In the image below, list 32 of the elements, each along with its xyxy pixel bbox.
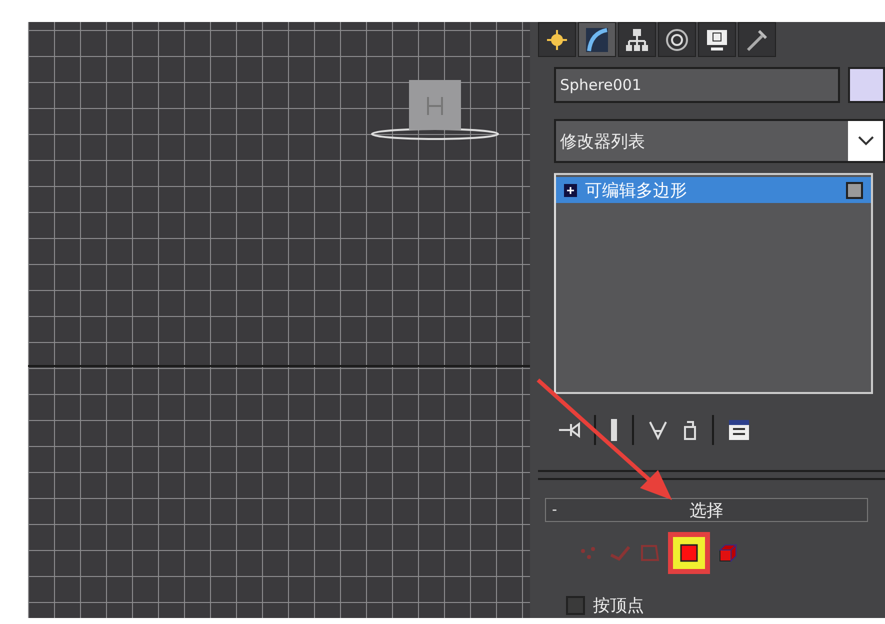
table-icon[interactable] [728, 419, 750, 441]
collapse-sign: - [551, 502, 558, 518]
toggle-square-icon[interactable] [846, 182, 863, 198]
chevron-down-icon [858, 136, 874, 146]
pin-icon[interactable] [558, 420, 580, 440]
command-tab[interactable] [698, 22, 736, 57]
command-tab[interactable] [738, 22, 776, 57]
square-icon[interactable] [680, 544, 698, 562]
modifier-list-dropdown[interactable]: 修改器列表 [554, 119, 885, 163]
command-tab[interactable] [538, 22, 576, 57]
modifier-label: 可编辑多边形 [585, 180, 688, 202]
arc-icon [585, 26, 609, 52]
hierarchy-icon [625, 28, 649, 52]
sun-icon [546, 28, 568, 50]
expand-icon[interactable] [564, 184, 577, 196]
bin-icon[interactable] [682, 419, 698, 441]
checkbox-label: 按顶点 [593, 595, 644, 617]
color-swatch[interactable] [848, 67, 885, 103]
subobject-level-button[interactable] [668, 532, 710, 574]
checkbox[interactable] [566, 596, 585, 615]
circles-icon [665, 28, 689, 52]
object-name-field[interactable]: Sphere001 [554, 67, 840, 103]
command-tab[interactable] [658, 22, 696, 57]
fork-icon[interactable] [648, 419, 668, 441]
modifier-stack-item[interactable]: 可编辑多边形 [556, 177, 871, 203]
rollout-header[interactable]: - 选择 [545, 498, 868, 522]
rollout-title: 选择 [688, 500, 724, 522]
bar-icon[interactable] [610, 418, 618, 442]
command-tab[interactable] [618, 22, 656, 57]
command-tab[interactable] [578, 22, 616, 57]
monitor-icon [705, 28, 729, 52]
hammer-icon [745, 28, 769, 52]
